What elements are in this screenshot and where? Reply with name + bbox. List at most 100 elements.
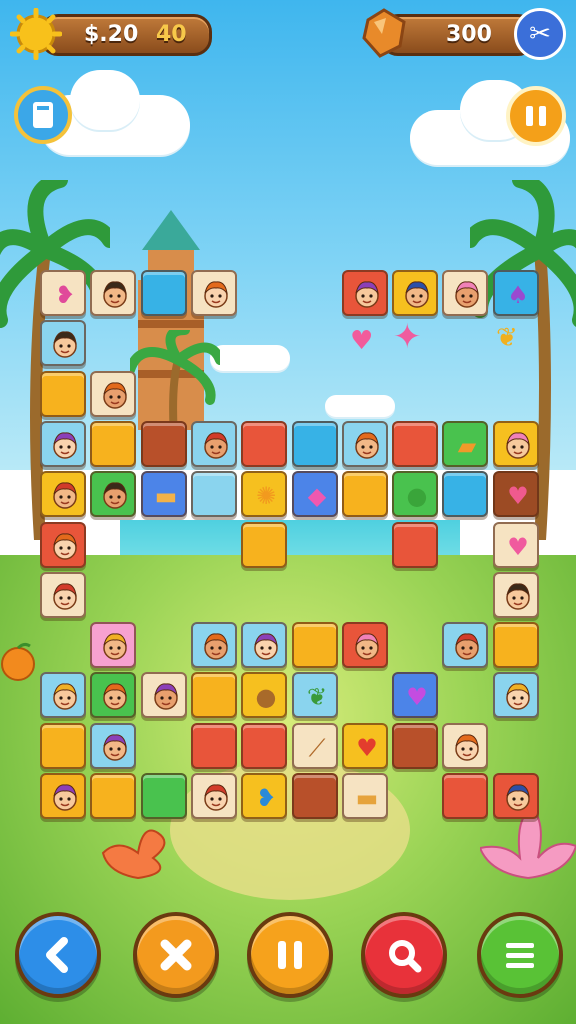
tile-orange-face[interactable] <box>90 270 136 316</box>
baguette-icon: ▬ <box>355 784 379 812</box>
tile-red-heart[interactable]: ♥ <box>342 723 388 769</box>
character-face <box>53 583 77 610</box>
tile-acorn[interactable]: ● <box>241 672 287 718</box>
tile-orange[interactable] <box>90 421 136 467</box>
tile-purple-mushroom[interactable]: ♠ <box>493 270 539 316</box>
tile-bread[interactable]: ▬ <box>141 471 187 517</box>
tile-red-hair-kid[interactable] <box>191 773 237 819</box>
tile-pink-girl[interactable] <box>342 270 388 316</box>
character-face <box>355 281 379 308</box>
tools-button[interactable]: ✂ <box>514 8 566 60</box>
menu-icon <box>500 935 540 975</box>
tile-red[interactable] <box>442 773 488 819</box>
menu-button[interactable] <box>477 912 563 998</box>
tile-pink-hat-boy[interactable] <box>493 672 539 718</box>
tile-cyan[interactable] <box>292 421 338 467</box>
tile-sun-face[interactable] <box>90 371 136 417</box>
character-face <box>103 683 127 710</box>
money-label: $.20 <box>84 22 139 47</box>
tile-orange[interactable] <box>40 723 86 769</box>
tile-green[interactable] <box>141 773 187 819</box>
tile-leaf[interactable]: ❦ <box>292 672 338 718</box>
tile-orange-cat[interactable] <box>191 270 237 316</box>
tile-orange[interactable] <box>40 371 86 417</box>
tile-blue-cap-kid[interactable] <box>493 421 539 467</box>
tile-ginger-kid[interactable] <box>442 622 488 668</box>
tile-red[interactable] <box>392 421 438 467</box>
tile-baguette[interactable]: ▬ <box>342 773 388 819</box>
tile-brick[interactable] <box>292 773 338 819</box>
tile-pink-hat-girl[interactable] <box>493 773 539 819</box>
character-face <box>254 633 278 660</box>
coins-value: 40 <box>156 22 187 47</box>
tile-red[interactable] <box>392 522 438 568</box>
tile-brick[interactable] <box>141 421 187 467</box>
character-face <box>506 784 530 811</box>
tile-blonde-kid[interactable] <box>90 723 136 769</box>
chevron-left-icon <box>38 935 78 975</box>
tile-red-cap-kid[interactable] <box>342 622 388 668</box>
tile-pink-gem[interactable]: ◆ <box>292 471 338 517</box>
magnifier-icon <box>384 935 424 975</box>
tile-blue-bird[interactable]: ❥ <box>241 773 287 819</box>
tile-lightblue[interactable] <box>191 471 237 517</box>
tile-orange[interactable] <box>342 471 388 517</box>
tile-purple-heart[interactable]: ♥ <box>392 672 438 718</box>
tile-kid-face[interactable] <box>40 320 86 366</box>
tile-orange-hair-kid[interactable] <box>40 522 86 568</box>
hint-button[interactable] <box>361 912 447 998</box>
tile-blonde-girl[interactable] <box>40 672 86 718</box>
broom-icon: ⟋ <box>308 734 326 762</box>
tile-green-monster[interactable] <box>40 572 86 618</box>
map-book-button[interactable] <box>14 86 72 144</box>
tile-dark-hair-kid[interactable] <box>241 622 287 668</box>
tile-cyan[interactable] <box>141 270 187 316</box>
tile-red[interactable] <box>191 723 237 769</box>
tools-icon: ✂ <box>529 19 551 49</box>
tile-red-cap-boy[interactable] <box>40 773 86 819</box>
sun-icon <box>10 8 62 60</box>
tile-red[interactable] <box>241 421 287 467</box>
back-button[interactable] <box>15 912 101 998</box>
tile-orange[interactable] <box>292 622 338 668</box>
orange-fruit-icon <box>1 642 35 681</box>
tile-red[interactable] <box>241 723 287 769</box>
tile-orange-boy[interactable] <box>141 672 187 718</box>
tile-heart[interactable]: ♥ <box>493 471 539 517</box>
tile-girl-face[interactable] <box>392 270 438 316</box>
tile-brick[interactable] <box>392 723 438 769</box>
tile-orange[interactable] <box>241 522 287 568</box>
tile-red-hat-kid[interactable] <box>40 471 86 517</box>
tile-pink-heart[interactable]: ♥ <box>493 522 539 568</box>
tile-pink-bird[interactable]: ❥ <box>40 270 86 316</box>
tile-pink-hat-kid[interactable] <box>191 622 237 668</box>
tile-orange[interactable] <box>493 622 539 668</box>
tile-orange-kid[interactable] <box>493 572 539 618</box>
character-face <box>355 432 379 459</box>
tile-cyan[interactable] <box>442 471 488 517</box>
shuffle-button[interactable] <box>133 912 219 998</box>
character-face <box>204 432 228 459</box>
tile-orange[interactable] <box>90 773 136 819</box>
tile-candy[interactable]: ✺ <box>241 471 287 517</box>
heart-icon: ♥ <box>350 326 374 356</box>
ticket-icon: ▰ <box>457 432 477 460</box>
tile-purple-hair-kid[interactable] <box>40 421 86 467</box>
character-face <box>53 331 77 358</box>
tile-cat-face[interactable] <box>90 471 136 517</box>
character-face <box>53 482 77 509</box>
tile-orange-smile[interactable] <box>442 723 488 769</box>
tile-pink-cap-kid[interactable] <box>342 421 388 467</box>
tile-orange[interactable] <box>191 672 237 718</box>
tile-pink-bunny[interactable] <box>90 622 136 668</box>
tile-blonde-kid[interactable] <box>191 421 237 467</box>
tile-ticket[interactable]: ▰ <box>442 421 488 467</box>
pause-button[interactable] <box>247 912 333 998</box>
tile-smile-face[interactable] <box>442 270 488 316</box>
pink-heart-icon: ♥ <box>507 533 529 561</box>
tile-plant-monster[interactable] <box>90 672 136 718</box>
character-face <box>455 281 479 308</box>
tile-green-apple[interactable]: ● <box>392 471 438 517</box>
tile-broom[interactable]: ⟋ <box>292 723 338 769</box>
pause-bars-button[interactable] <box>506 86 566 146</box>
